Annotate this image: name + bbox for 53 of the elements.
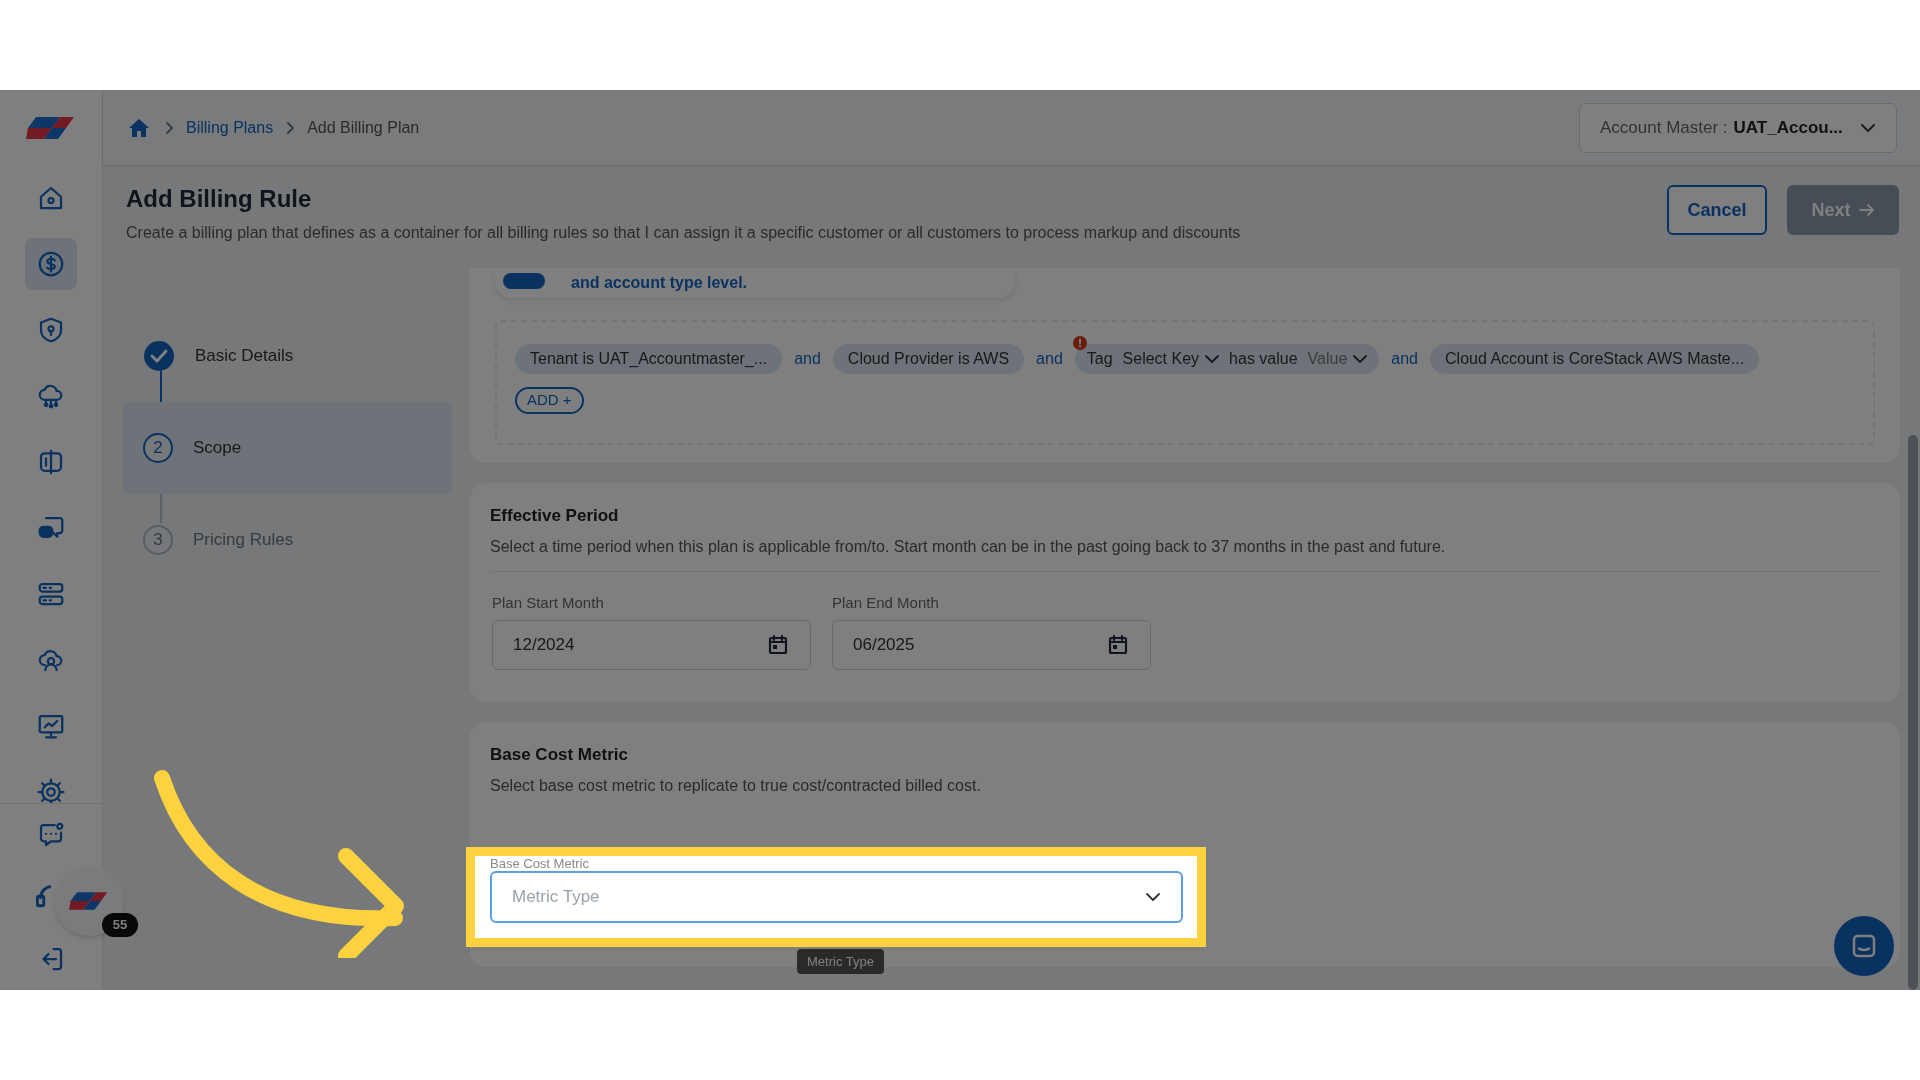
value-dropdown[interactable]: Value	[1307, 347, 1368, 371]
chevron-right-icon	[285, 120, 296, 135]
cancel-button[interactable]: Cancel	[1667, 185, 1767, 235]
section-title: Effective Period	[490, 505, 620, 527]
breadcrumb-current: Add Billing Plan	[307, 117, 420, 138]
account-selector[interactable]: Account Master : UAT_Accou...	[1579, 102, 1897, 153]
field-label: Plan End Month	[832, 592, 940, 613]
chevron-down-icon	[1205, 354, 1220, 364]
calendar-icon	[1106, 633, 1130, 657]
step-item[interactable]: 3 Pricing Rules	[123, 494, 452, 586]
add-button[interactable]: ADD +	[515, 387, 584, 414]
chevron-right-icon	[164, 120, 174, 135]
chevron-down-icon	[1860, 122, 1876, 133]
metric-type-dropdown[interactable]: Metric Type	[490, 870, 1183, 923]
step-item[interactable]: 2 Scope	[123, 402, 452, 494]
arrow-right-icon	[1858, 203, 1875, 217]
operator-text: has value	[1229, 349, 1298, 369]
info-text: and account type level.	[571, 273, 748, 293]
step-number: 3	[143, 525, 173, 555]
logo-icon	[26, 114, 76, 141]
step-label: Scope	[193, 437, 242, 460]
page-title: Add Billing Rule	[126, 185, 313, 213]
gear-icon	[36, 777, 66, 803]
condition-chip[interactable]: Cloud Account is CoreStack AWS Maste...	[1430, 344, 1760, 374]
logo-icon	[69, 890, 109, 912]
dollar-icon	[36, 249, 66, 279]
step-item[interactable]: Basic Details	[123, 310, 452, 402]
sidebar-item[interactable]	[25, 238, 77, 290]
condition-chip[interactable]: Cloud Provider is AWS	[832, 344, 1025, 374]
date-field[interactable]: 06/2025	[832, 620, 1151, 670]
step-number: 2	[143, 433, 173, 463]
step-label: Basic Details	[195, 345, 294, 368]
chevron-down-icon	[1353, 354, 1368, 364]
breadcrumb-link[interactable]: Billing Plans	[186, 115, 274, 140]
key-dropdown[interactable]: Select Key	[1122, 347, 1220, 371]
section-title: Base Cost Metric	[490, 744, 629, 766]
calendar-icon	[766, 633, 790, 657]
condition-chip[interactable]: Tenant is UAT_Accountmaster_...	[515, 344, 783, 374]
joiner-text: and	[793, 349, 822, 369]
notification-badge: 55	[102, 913, 138, 937]
section-description: Select a time period when this plan is applicable from/to. Start month can be in the past going back to 37 months in the past and future.	[490, 536, 1447, 557]
page-description: Create a billing plan that defines as a container for all billing rules so that I can assign it a specific customer or all customers to process markup and discounts	[126, 223, 1241, 243]
field-label: Plan Start Month	[492, 592, 605, 613]
tag-label: Tag	[1086, 349, 1113, 369]
chevron-down-icon	[1145, 891, 1161, 902]
step-label: Pricing Rules	[193, 529, 294, 552]
tooltip: Metric Type	[797, 948, 884, 974]
joiner-text: and	[1390, 349, 1419, 369]
joiner-text: and	[1035, 349, 1064, 369]
field-label: Base Cost Metric	[490, 855, 590, 871]
tag-condition[interactable]: Tag Select Key has value Value	[1074, 344, 1380, 374]
date-field[interactable]: 12/2024	[492, 620, 811, 670]
section-description: Select base cost metric to replicate to true cost/contracted billed cost.	[490, 775, 982, 796]
